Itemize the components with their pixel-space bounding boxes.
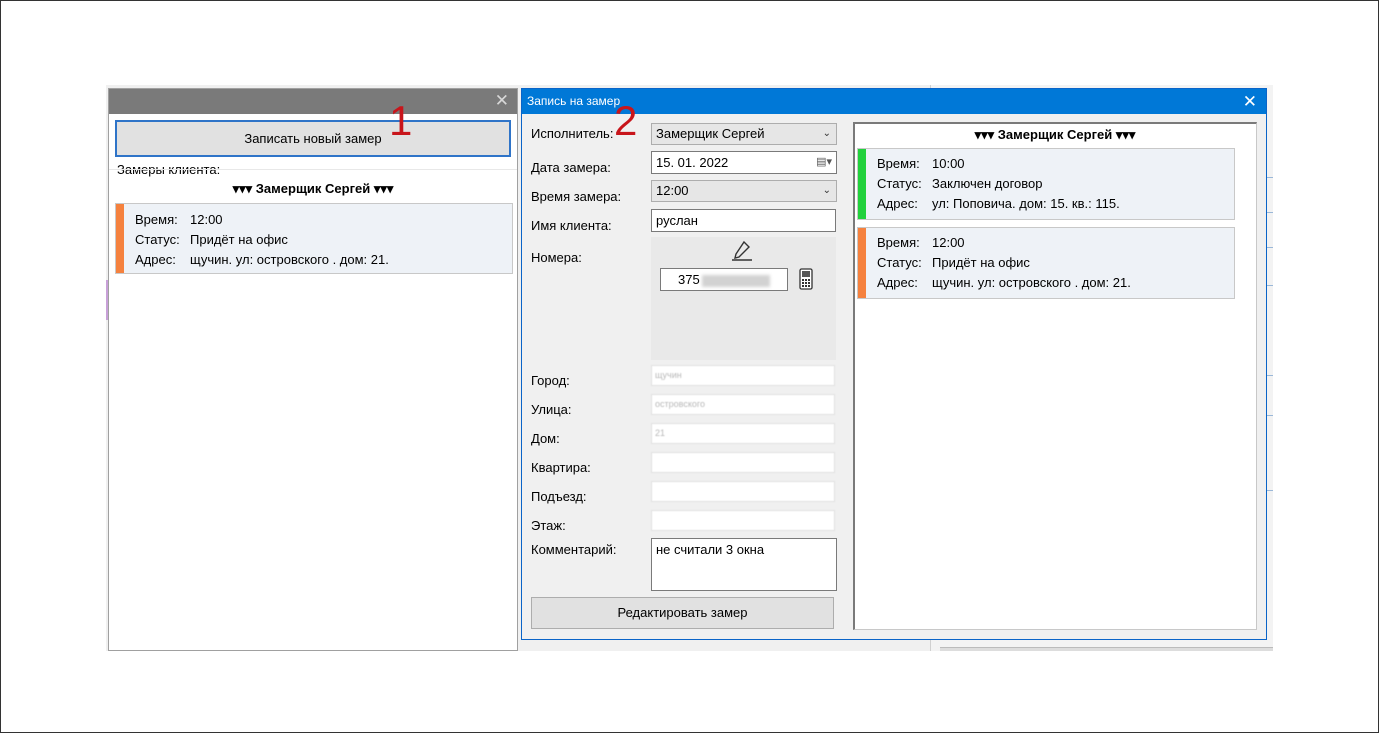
time-value: 10:00 [932,156,965,171]
time-select[interactable]: 12:00 ⌄ [651,180,837,202]
house-label: Дом: [531,431,560,446]
date-value: 15. 01. 2022 [656,155,729,170]
edit-measurement-button[interactable]: Редактировать замер [531,597,834,629]
status-stripe [858,228,866,298]
comment-label: Комментарий: [531,542,617,557]
executor-label: Исполнитель: [531,126,614,141]
date-picker[interactable]: 15. 01. 2022 ▤▾ [651,151,837,174]
measurement-card[interactable]: Время: 12:00 Статус: Придёт на офис Адрес:… [115,203,513,274]
entrance-label: Подъезд: [531,489,587,504]
flat-input[interactable] [651,452,835,473]
status-value: Придёт на офис [932,255,1030,270]
time-label: Время замера: [531,189,622,204]
phone-prefix: 375 [678,272,700,287]
status-stripe [858,149,866,219]
calendar-icon[interactable]: ▤▾ [816,152,832,173]
date-label: Дата замера: [531,160,611,175]
phone-redacted [701,274,770,287]
city-input[interactable]: щучин [651,365,835,386]
executor-select[interactable]: Замерщик Сергей ⌄ [651,123,837,145]
status-key: Статус: [135,232,180,247]
address-key: Адрес: [135,252,176,267]
phone-icon[interactable] [799,268,813,290]
phone-input[interactable]: 375 [660,268,788,291]
address-value: щучин. ул: островского . дом: 21. [190,252,389,267]
status-key: Статус: [877,255,922,270]
house-input[interactable]: 21 [651,423,835,444]
floor-label: Этаж: [531,518,566,533]
time-key: Время: [135,212,178,227]
window-titlebar: ✕ [109,89,517,114]
measurement-dialog: Запись на замер ✕ Исполнитель: Замерщик … [521,88,1267,640]
dialog-title: Запись на замер [527,94,621,108]
schedule-card[interactable]: Время: 10:00 Статус: Заключен договор Адре… [857,148,1235,220]
time-key: Время: [877,235,920,250]
city-label: Город: [531,373,570,388]
status-value: Придёт на офис [190,232,288,247]
annotation-2: 2 [614,97,638,144]
entrance-input[interactable] [651,481,835,502]
floor-input[interactable] [651,510,835,531]
status-stripe [116,204,124,273]
address-key: Адрес: [877,196,918,211]
time-value: 12:00 [932,235,965,250]
worker-header: ▾▾▾ Замерщик Сергей ▾▾▾ [232,181,394,196]
background-input [940,647,1273,651]
executor-value: Замерщик Сергей [656,126,765,141]
street-label: Улица: [531,402,572,417]
new-measurement-button[interactable]: Записать новый замер [115,120,511,157]
flat-label: Квартира: [531,460,591,475]
annotation-1: 1 [389,97,413,144]
schedule-card[interactable]: Время: 12:00 Статус: Придёт на офис Адрес:… [857,227,1235,299]
client-name-input[interactable]: руслан [651,209,836,232]
time-key: Время: [877,156,920,171]
comment-textarea[interactable]: не считали 3 окна [651,538,837,591]
time-value: 12:00 [656,183,689,198]
chevron-down-icon: ⌄ [822,128,831,139]
pencil-icon[interactable] [731,239,753,261]
address-value: щучин. ул: островского . дом: 21. [932,275,1131,290]
close-icon[interactable]: ✕ [495,92,509,110]
status-value: Заключен договор [932,176,1043,191]
chevron-down-icon: ⌄ [822,185,831,196]
status-key: Статус: [877,176,922,191]
divider [109,169,517,170]
time-value: 12:00 [190,212,223,227]
phones-panel: 375 [651,237,836,360]
schedule-worker-header: ▾▾▾ Замерщик Сергей ▾▾▾ [974,127,1136,142]
address-key: Адрес: [877,275,918,290]
close-icon[interactable]: ✕ [1243,89,1257,114]
client-measurements-window: ✕ Записать новый замер Замеры клиента: ▾… [108,88,518,651]
street-input[interactable]: островского [651,394,835,415]
phones-label: Номера: [531,250,582,265]
client-name-label: Имя клиента: [531,218,612,233]
address-value: ул: Поповича. дом: 15. кв.: 115. [932,196,1120,211]
schedule-panel: ▾▾▾ Замерщик Сергей ▾▾▾ Время: 10:00 Стат… [853,122,1257,630]
